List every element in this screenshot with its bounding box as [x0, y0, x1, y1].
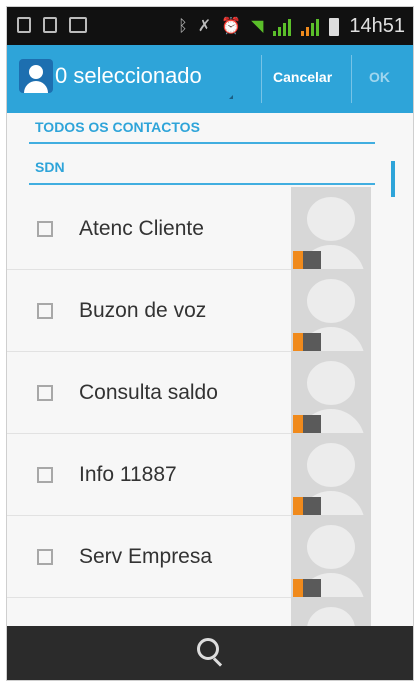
contact-name: Info 11887	[79, 463, 177, 486]
sim-contact-icon	[293, 579, 321, 597]
sim-contact-icon	[293, 497, 321, 515]
ok-button[interactable]: OK	[369, 69, 390, 85]
divider	[351, 55, 352, 103]
contact-checkbox[interactable]	[37, 467, 53, 483]
notification-icons	[17, 17, 87, 33]
phone-screen: ᛒ ✗ ⏰ ◥ 14h51 0 seleccionado Cancelar OK…	[6, 6, 414, 681]
status-time: 14h51	[349, 15, 405, 37]
contact-name: Atenc Cliente	[79, 217, 204, 240]
sim-contact-icon	[293, 333, 321, 351]
section-header-all-contacts[interactable]: TODOS OS CONTACTOS	[35, 119, 371, 135]
battery-icon	[329, 17, 340, 36]
search-icon[interactable]	[197, 638, 219, 660]
contacts-app-icon	[19, 59, 53, 93]
signal-2-icon	[301, 18, 320, 36]
contact-checkbox[interactable]	[37, 549, 53, 565]
status-bar: ᛒ ✗ ⏰ ◥ 14h51	[7, 7, 413, 45]
scrollbar[interactable]	[391, 161, 395, 197]
list-item[interactable]: Consulta saldo	[7, 351, 371, 434]
system-icons: ᛒ ✗ ⏰ ◥ 14h51	[178, 15, 405, 38]
sim-contact-icon	[293, 251, 321, 269]
signal-icon	[273, 18, 292, 36]
section-divider	[29, 142, 375, 144]
contact-checkbox[interactable]	[37, 221, 53, 237]
selection-count-title: 0 seleccionado	[55, 63, 202, 88]
contact-photo	[291, 515, 371, 597]
contact-checkbox[interactable]	[37, 303, 53, 319]
contact-photo	[291, 351, 371, 433]
cancel-button[interactable]: Cancelar	[273, 69, 332, 85]
section-header-sdn: SDN	[35, 159, 65, 175]
image-icon	[69, 17, 87, 33]
list-item[interactable]: Buzon de voz	[7, 269, 371, 352]
dropdown-caret-icon	[229, 95, 233, 99]
mute-icon: ✗	[197, 17, 212, 35]
storage-icon	[43, 17, 57, 33]
bottom-bar	[7, 626, 413, 680]
sim-contact-icon	[293, 415, 321, 433]
contact-name: Consulta saldo	[79, 381, 218, 404]
list-item[interactable]: Serv Empresa	[7, 515, 371, 598]
contact-photo	[291, 269, 371, 351]
list-item[interactable]: Atenc Cliente	[7, 187, 371, 270]
divider	[261, 55, 262, 103]
contact-photo	[291, 187, 371, 269]
bluetooth-icon: ᛒ	[178, 17, 188, 35]
wifi-icon: ◥	[251, 17, 264, 35]
contact-name: Buzon de voz	[79, 299, 207, 322]
section-divider	[29, 183, 375, 185]
sim-card-icon	[17, 17, 31, 33]
contact-name: Serv Empresa	[79, 545, 213, 568]
action-bar: 0 seleccionado Cancelar OK	[7, 45, 413, 113]
contact-photo	[291, 433, 371, 515]
list-item[interactable]: Info 11887	[7, 433, 371, 516]
contact-checkbox[interactable]	[37, 385, 53, 401]
alarm-icon: ⏰	[221, 17, 242, 35]
